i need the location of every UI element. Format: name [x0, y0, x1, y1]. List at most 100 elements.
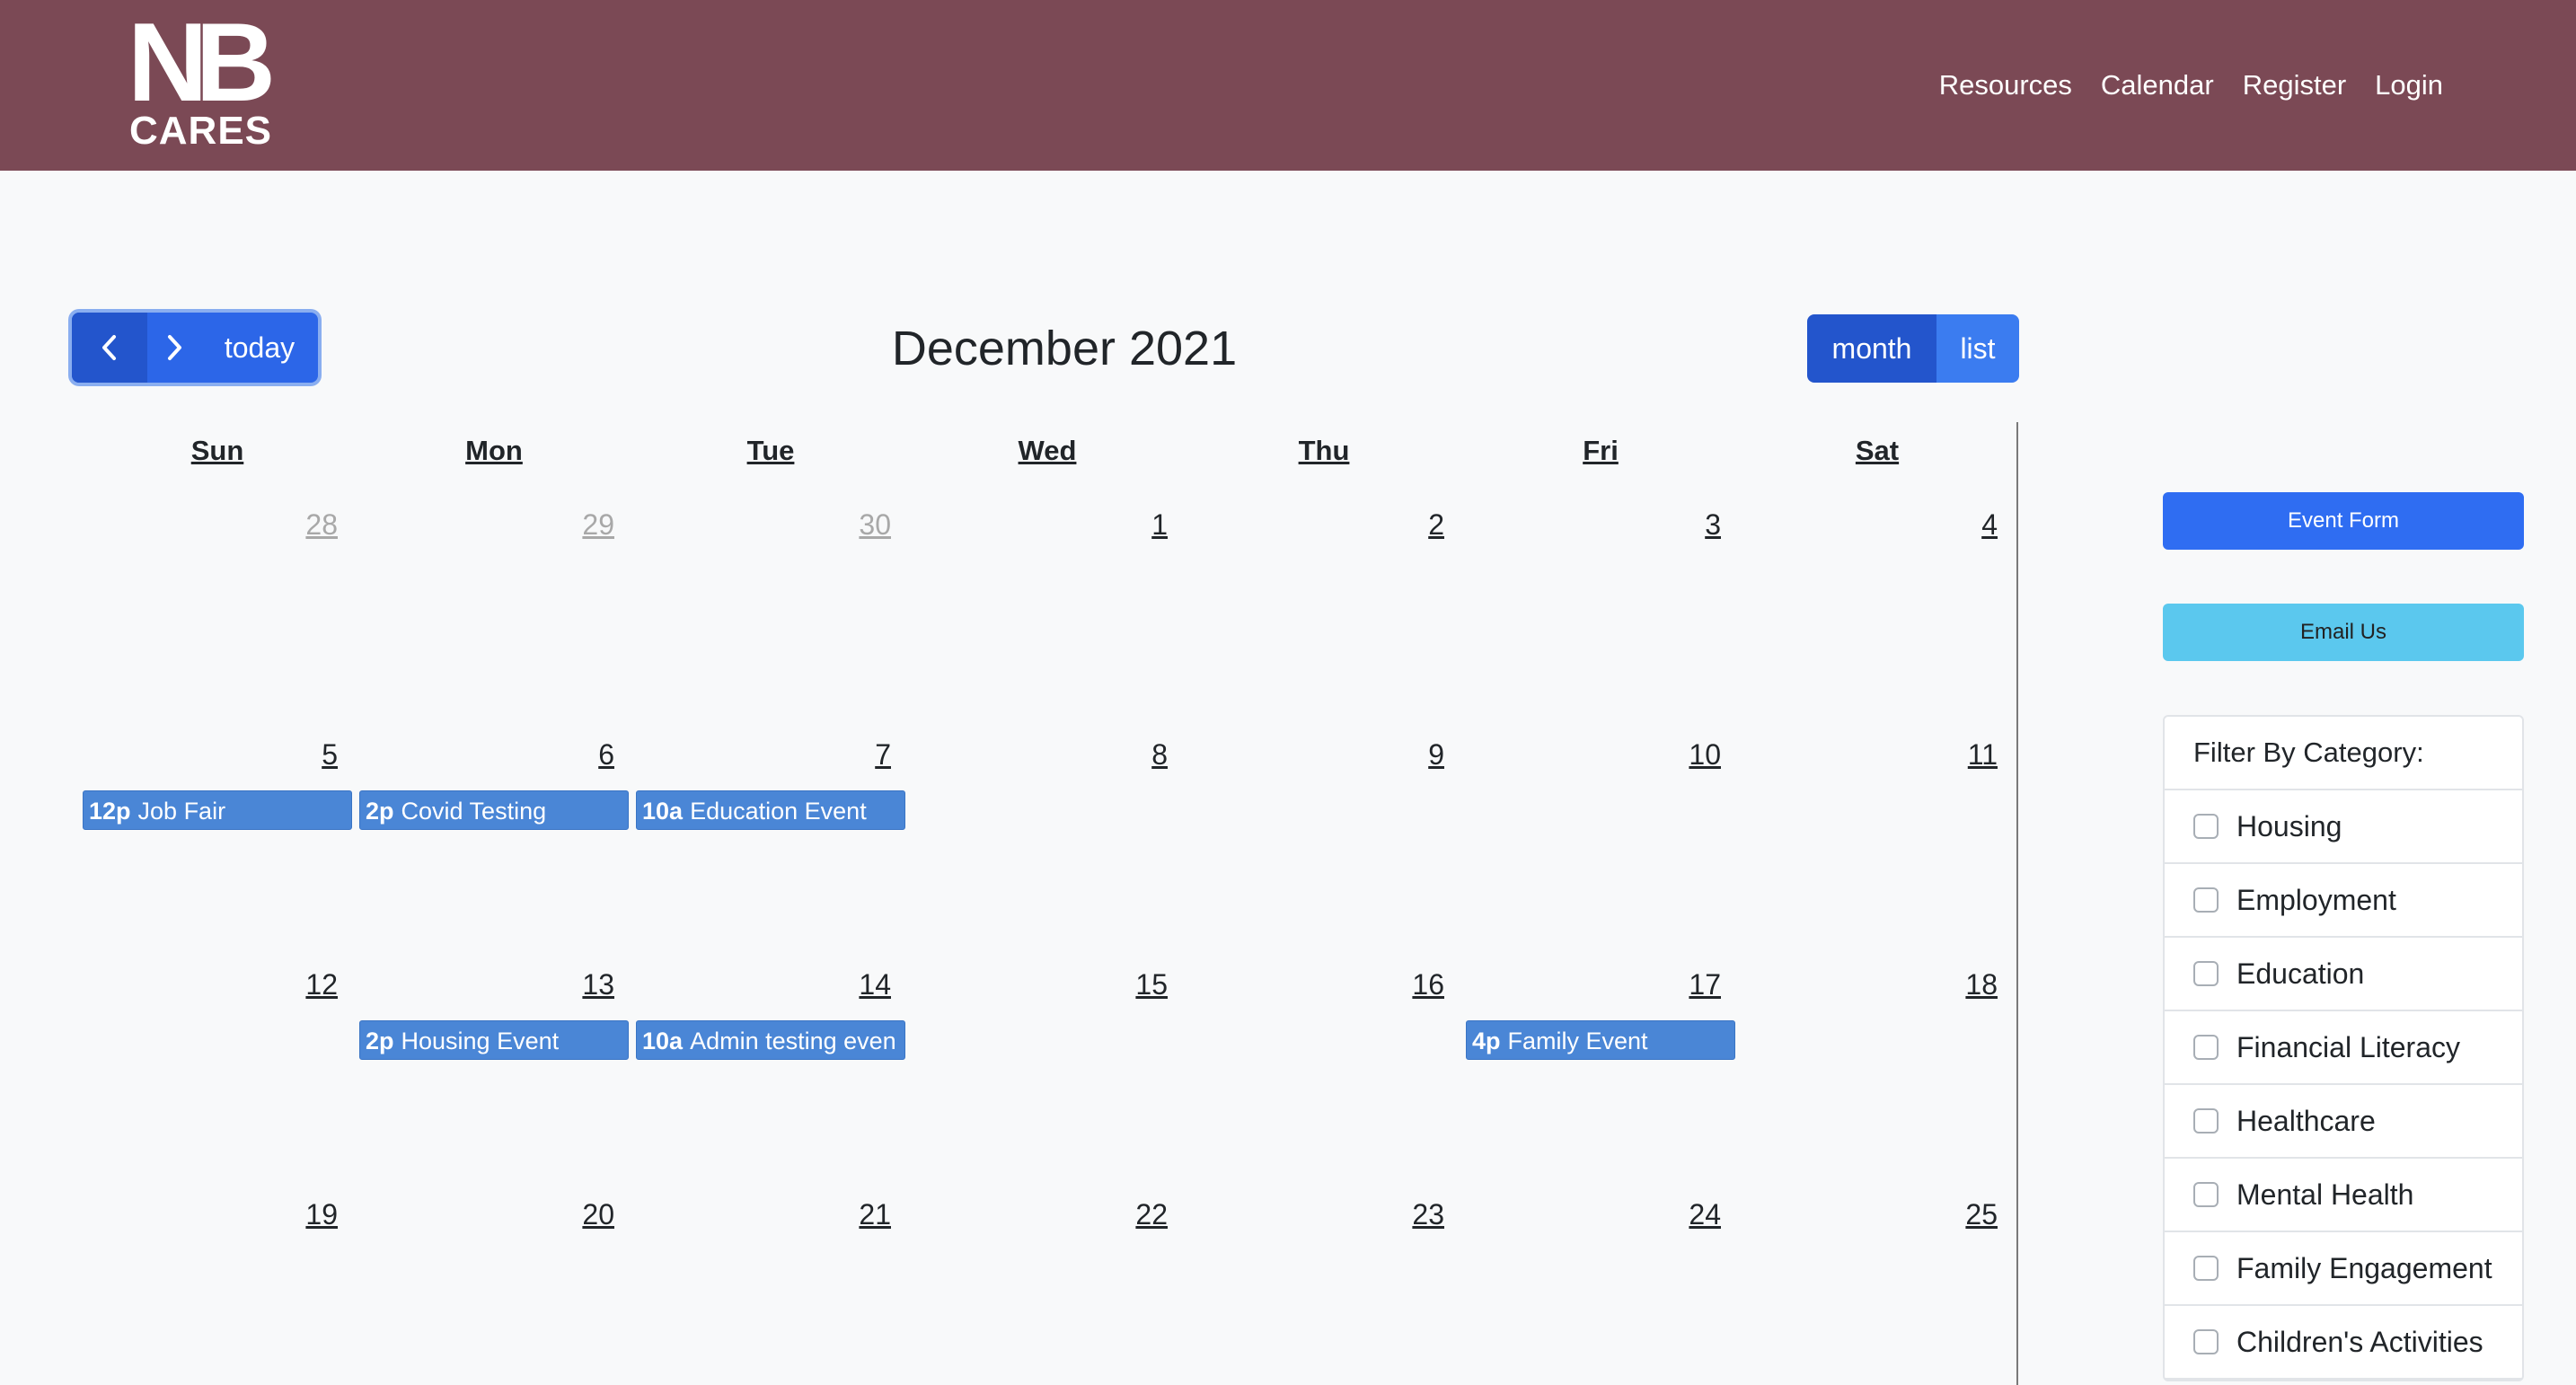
day-number[interactable]: 15 [1096, 968, 1168, 1001]
calendar-event[interactable]: 2p Covid Testing [359, 790, 629, 830]
day-number[interactable]: 7 [819, 738, 891, 772]
month-view-button[interactable]: month [1807, 314, 1936, 383]
category-checkbox[interactable] [2193, 1329, 2219, 1354]
weekday-wed[interactable]: Wed [909, 435, 1186, 467]
weekday-sat[interactable]: Sat [1739, 435, 2016, 467]
weekday-sun[interactable]: Sun [79, 435, 356, 467]
nav-register-link[interactable]: Register [2243, 63, 2346, 108]
day-number[interactable]: 1 [1096, 508, 1168, 542]
day-number[interactable]: 6 [543, 738, 614, 772]
weekday-fri[interactable]: Fri [1462, 435, 1739, 467]
logo-nb-text: NB [128, 1, 276, 125]
event-title: Housing Event [401, 1028, 560, 1054]
chevron-right-icon [168, 335, 181, 360]
calendar-event[interactable]: 4p Family Event [1466, 1020, 1735, 1060]
nav-resources-link[interactable]: Resources [1939, 63, 2072, 108]
weekday-thu[interactable]: Thu [1186, 435, 1462, 467]
day-number[interactable]: 19 [266, 1198, 338, 1231]
category-healthcare[interactable]: Healthcare [2165, 1085, 2522, 1159]
day-number[interactable]: 20 [543, 1198, 614, 1231]
event-title: Covid Testing [401, 798, 547, 825]
weekday-mon[interactable]: Mon [356, 435, 632, 467]
category-label: Financial Literacy [2236, 1030, 2460, 1063]
day-number[interactable]: 14 [819, 968, 891, 1001]
event-time: 10a [642, 798, 684, 825]
category-education[interactable]: Education [2165, 938, 2522, 1011]
list-view-button[interactable]: list [1936, 314, 2019, 383]
day-number[interactable]: 9 [1372, 738, 1444, 772]
day-number[interactable]: 10 [1649, 738, 1721, 772]
day-number[interactable]: 13 [543, 968, 614, 1001]
logo-cares-text: CARES [129, 109, 273, 153]
day-number[interactable]: 8 [1096, 738, 1168, 772]
category-label: Healthcare [2236, 1104, 2376, 1137]
nb-cares-logo[interactable]: NB CARES [128, 7, 280, 153]
day-number[interactable]: 5 [266, 738, 338, 772]
day-number[interactable]: 25 [1926, 1198, 1998, 1231]
category-list: Housing Employment Education Financial Lite… [2165, 790, 2522, 1380]
event-time: 12p [89, 798, 131, 825]
event-title: Education Event [690, 798, 867, 825]
day-number[interactable]: 28 [266, 508, 338, 542]
day-number[interactable]: 12 [266, 968, 338, 1001]
day-number[interactable]: 3 [1649, 508, 1721, 542]
category-label: Housing [2236, 809, 2342, 842]
event-title: Family Event [1507, 1028, 1648, 1054]
category-checkbox[interactable] [2193, 1182, 2219, 1207]
email-us-button[interactable]: Email Us [2163, 604, 2524, 661]
category-mental-health[interactable]: Mental Health [2165, 1159, 2522, 1232]
day-number[interactable]: 30 [819, 508, 891, 542]
chevron-left-icon [102, 335, 116, 360]
category-checkbox[interactable] [2193, 1035, 2219, 1060]
calendar-event[interactable]: 10a Education Event [636, 790, 905, 830]
today-button[interactable]: today [201, 313, 318, 383]
calendar-event[interactable]: 12p Job Fair [83, 790, 352, 830]
event-time: 2p [366, 1028, 394, 1054]
event-form-button[interactable]: Event Form [2163, 492, 2524, 550]
nav-login-link[interactable]: Login [2375, 63, 2443, 108]
event-time: 2p [366, 798, 394, 825]
day-number[interactable]: 23 [1372, 1198, 1444, 1231]
prev-month-button[interactable] [72, 313, 147, 383]
category-checkbox[interactable] [2193, 1256, 2219, 1281]
event-title: Job Fair [137, 798, 226, 825]
view-toggle-group: month list [1807, 314, 2019, 383]
weekday-header-row: Sun Mon Tue Wed Thu Fri Sat [79, 435, 2016, 489]
category-checkbox[interactable] [2193, 1108, 2219, 1134]
grid-right-border [2016, 422, 2018, 1385]
day-number[interactable]: 24 [1649, 1198, 1721, 1231]
next-month-button[interactable] [147, 313, 201, 383]
day-number[interactable]: 21 [819, 1198, 891, 1231]
day-number[interactable]: 18 [1926, 968, 1998, 1001]
category-label: Education [2236, 957, 2365, 990]
category-label: Children's Activities [2236, 1325, 2483, 1358]
event-time: 10a [642, 1028, 684, 1054]
day-number[interactable]: 22 [1096, 1198, 1168, 1231]
category-label: Family Engagement [2236, 1251, 2492, 1284]
day-number[interactable]: 2 [1372, 508, 1444, 542]
day-number[interactable]: 17 [1649, 968, 1721, 1001]
category-housing[interactable]: Housing [2165, 790, 2522, 864]
nav-calendar-link[interactable]: Calendar [2101, 63, 2214, 108]
calendar-event[interactable]: 10a Admin testing even [636, 1020, 905, 1060]
category-checkbox[interactable] [2193, 961, 2219, 986]
main-nav: Resources Calendar Register Login [1939, 63, 2443, 108]
category-checkbox[interactable] [2193, 887, 2219, 913]
day-number[interactable]: 29 [543, 508, 614, 542]
category-label: Mental Health [2236, 1178, 2414, 1211]
event-time: 4p [1472, 1028, 1501, 1054]
category-checkbox[interactable] [2193, 814, 2219, 839]
calendar-event[interactable]: 2p Housing Event [359, 1020, 629, 1060]
category-financial-literacy[interactable]: Financial Literacy [2165, 1011, 2522, 1085]
category-employment[interactable]: Employment [2165, 864, 2522, 938]
category-children-s-activities[interactable]: Children's Activities [2165, 1306, 2522, 1380]
day-number[interactable]: 11 [1926, 738, 1998, 772]
calendar-nav-group: today [72, 313, 318, 383]
category-family-engagement[interactable]: Family Engagement [2165, 1232, 2522, 1306]
event-title: Admin testing even [690, 1028, 896, 1054]
filter-heading: Filter By Category: [2165, 717, 2522, 790]
day-number[interactable]: 16 [1372, 968, 1444, 1001]
category-filter-panel: Filter By Category: Housing Employment Edu… [2163, 715, 2524, 1381]
weekday-tue[interactable]: Tue [632, 435, 909, 467]
day-number[interactable]: 4 [1926, 508, 1998, 542]
